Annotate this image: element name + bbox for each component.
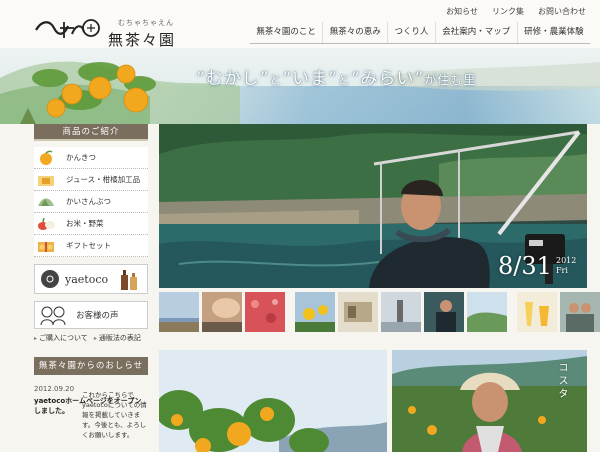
news-heading: 無茶々園からのおしらせ xyxy=(34,357,148,375)
logo-name: 無茶々園 xyxy=(108,31,177,49)
intro-text: これからこちらでyaetocoについての情報を掲載していきます。今後とも、よろし… xyxy=(82,391,147,439)
logo-text: むちゃちゃえん 無茶々園 xyxy=(108,18,208,50)
customer-voice-label: お客様の声 xyxy=(76,311,119,321)
feature-card-grower[interactable]: コスタ xyxy=(392,350,587,452)
citrus-grove-image xyxy=(159,350,387,452)
products-heading: 商品のご紹介 xyxy=(34,124,148,141)
product-label: かんきつ xyxy=(66,153,96,162)
global-nav: 無茶々園のこと 無茶々の恵み つくり人 会社案内・マップ 研修・農業体験 xyxy=(250,22,590,44)
product-item-rice-vegetables[interactable]: お米・野菜 xyxy=(34,213,148,235)
thumbnail-gap xyxy=(510,292,514,332)
feature-card-citrus[interactable] xyxy=(159,350,387,452)
util-link-contact[interactable]: お問い合わせ xyxy=(538,6,586,17)
thumbnail[interactable] xyxy=(245,292,285,332)
thumbnail[interactable] xyxy=(467,292,507,332)
product-item-juice[interactable]: ジュース・柑橘加工品 xyxy=(34,169,148,191)
grower-caption: コスタ xyxy=(556,362,567,401)
thumbnail-gap xyxy=(288,292,292,332)
thumbnail[interactable] xyxy=(424,292,464,332)
juice-icon xyxy=(38,175,54,186)
util-link-links[interactable]: リンク集 xyxy=(492,6,524,17)
thumbnail[interactable] xyxy=(517,292,557,332)
nav-company[interactable]: 会社案内・マップ xyxy=(434,22,517,43)
yaetoco-banner[interactable]: yaetoco xyxy=(34,264,148,294)
logo-ruby: むちゃちゃえん xyxy=(118,19,174,27)
photo-thumbnails xyxy=(159,292,600,332)
sidebar: 商品のご紹介 かんきつ ジュース・柑橘加工品 かいさんぶつ お米・野菜 ギフトセ… xyxy=(34,124,148,416)
nav-training[interactable]: 研修・農業体験 xyxy=(516,22,590,43)
product-label: かいさんぶつ xyxy=(66,197,111,206)
thumbnail[interactable] xyxy=(202,292,242,332)
bottle-icon xyxy=(121,270,137,290)
photo-year-weekday: 2012 Fri xyxy=(556,256,576,276)
thumbnail[interactable] xyxy=(295,292,335,332)
tagline-part-1: “むかし” xyxy=(196,69,270,89)
product-label: ジュース・柑橘加工品 xyxy=(66,175,141,184)
site-logo[interactable]: むちゃちゃえん 無茶々園 xyxy=(34,14,174,49)
citrus-icon xyxy=(40,150,53,165)
util-link-news[interactable]: お知らせ xyxy=(446,6,478,17)
nav-about[interactable]: 無茶々園のこと xyxy=(250,22,322,43)
product-item-citrus[interactable]: かんきつ xyxy=(34,147,148,169)
link-legal-notice[interactable]: 通販法の表記 xyxy=(94,333,141,343)
seafood-icon xyxy=(38,198,54,206)
photo-year: 2012 xyxy=(556,256,577,265)
product-label: ギフトセット xyxy=(66,241,111,250)
tagline-part-3: “いま” xyxy=(282,69,338,89)
thumbnail[interactable] xyxy=(159,292,199,332)
customer-faces-icon xyxy=(40,306,66,326)
link-purchase-info[interactable]: ご購入について xyxy=(34,333,88,343)
tagline-part-5: “みらい” xyxy=(350,69,425,89)
vegetables-icon xyxy=(38,217,55,230)
yaetoco-label: yaetoco xyxy=(65,272,109,286)
nav-growers[interactable]: つくり人 xyxy=(387,22,435,43)
product-item-gift[interactable]: ギフトセット xyxy=(34,235,148,257)
photo-date: 8/31 xyxy=(498,252,552,280)
thumbnail[interactable] xyxy=(560,292,600,332)
sidebar-links: ご購入について 通販法の表記 xyxy=(34,333,148,343)
product-list: かんきつ ジュース・柑橘加工品 かいさんぶつ お米・野菜 ギフトセット xyxy=(34,147,148,257)
product-item-seafood[interactable]: かいさんぶつ xyxy=(34,191,148,213)
yaetoco-logo-icon xyxy=(41,270,59,288)
utility-links: お知らせ リンク集 お問い合わせ xyxy=(446,6,586,17)
logo-brush-icon xyxy=(35,19,100,38)
hero-tagline: “むかし”と“いま”と“みらい”が住む里 xyxy=(196,64,476,89)
header: むちゃちゃえん 無茶々園 お知らせ リンク集 お問い合わせ 無茶々園のこと 無茶… xyxy=(0,0,600,49)
nav-products[interactable]: 無茶々の恵み xyxy=(322,22,387,43)
gift-icon xyxy=(38,241,54,252)
photo-weekday: Fri xyxy=(556,266,568,275)
tagline-part-6: が住む里 xyxy=(424,73,477,87)
customer-voice-banner[interactable]: お客様の声 xyxy=(34,301,148,329)
thumbnail[interactable] xyxy=(381,292,421,332)
hero-banner: “むかし”と“いま”と“みらい”が住む里 xyxy=(0,48,600,124)
tagline-part-2: と xyxy=(269,73,283,87)
product-label: お米・野菜 xyxy=(66,219,104,228)
thumbnail[interactable] xyxy=(338,292,378,332)
tagline-part-4: と xyxy=(337,73,351,87)
